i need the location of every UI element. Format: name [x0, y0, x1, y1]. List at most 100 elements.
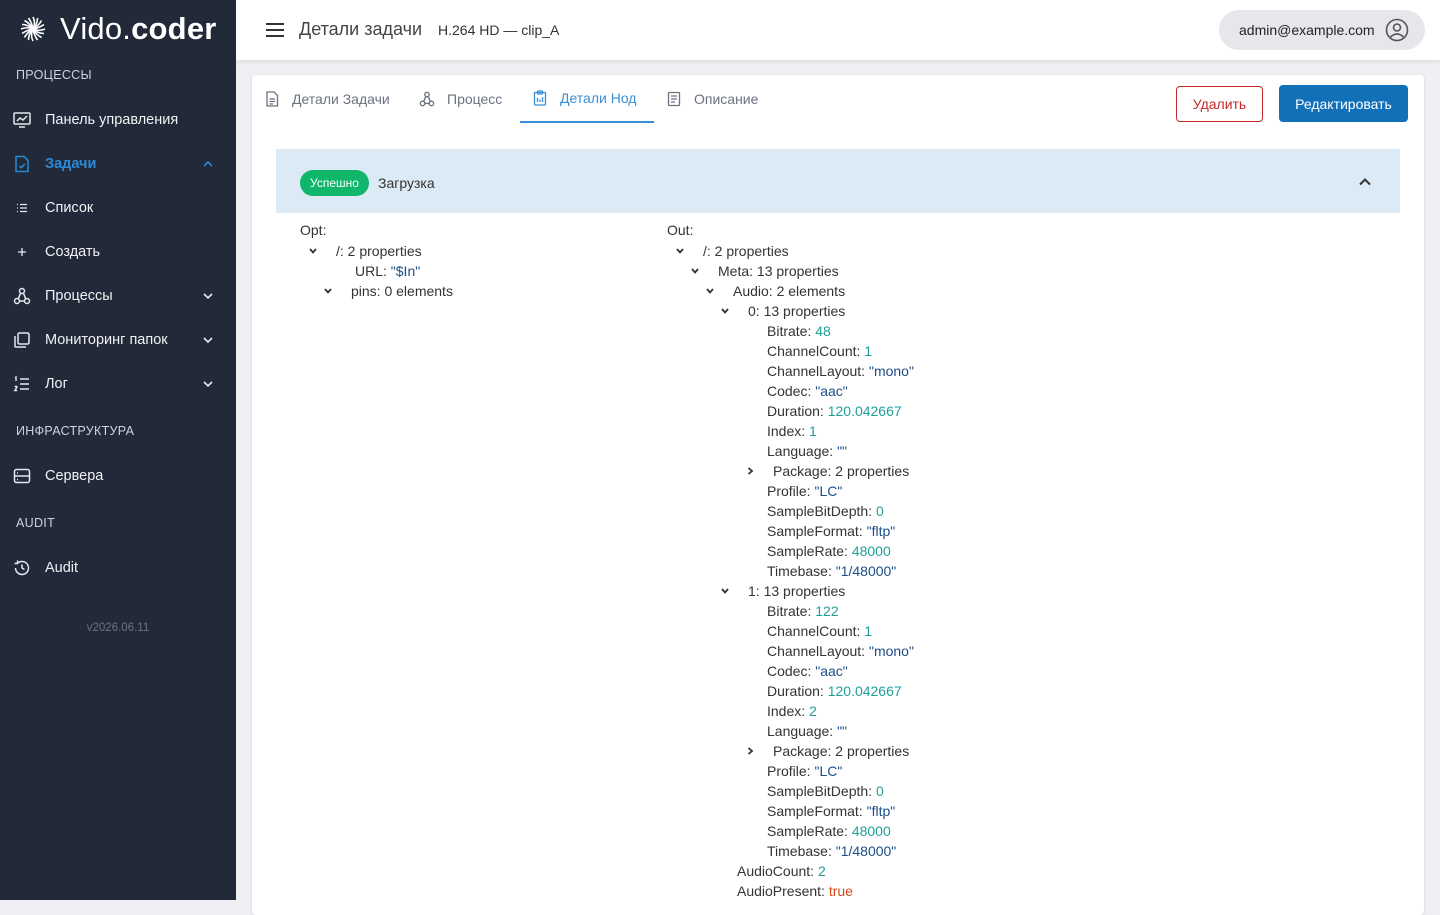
- tree-leaf: SampleFormat: "fltp": [767, 521, 895, 541]
- tab-label: Детали Нод: [560, 90, 637, 106]
- chevron-up-icon: [203, 160, 213, 167]
- sidebar-item-processes[interactable]: Процессы: [0, 276, 236, 316]
- sidebar-item-log[interactable]: Лог: [0, 364, 236, 404]
- caret-down-icon[interactable]: [323, 286, 333, 296]
- leaf-key: Index:: [767, 703, 806, 719]
- process-graph-icon: [13, 287, 31, 305]
- tab-label: Описание: [694, 91, 759, 107]
- sidebar-item-label: Audit: [45, 560, 79, 576]
- tree-node[interactable]: Audio: 2 elements: [705, 281, 845, 301]
- brand-logo[interactable]: Vido.coder: [18, 11, 217, 47]
- tree-leaf: ChannelLayout: "mono": [767, 641, 914, 661]
- leaf-key: ChannelCount:: [767, 343, 861, 359]
- sidebar-item-create[interactable]: Создать: [0, 232, 236, 272]
- caret-down-icon[interactable]: [690, 266, 700, 276]
- tab-label: Процесс: [447, 91, 503, 107]
- section-processes: ПРОЦЕССЫ: [16, 68, 92, 82]
- sidebar-item-label: Создать: [45, 244, 101, 260]
- sidebar-item-servers[interactable]: Сервера: [0, 456, 236, 496]
- sidebar-item-label: Список: [45, 200, 94, 216]
- process-graph-icon: [419, 91, 435, 107]
- hamburger-menu-icon[interactable]: [264, 20, 286, 40]
- leaf-key: Duration:: [767, 403, 824, 419]
- document-icon: [266, 91, 279, 107]
- leaf-value: "LC": [814, 483, 843, 499]
- caret-down-icon[interactable]: [705, 286, 715, 296]
- sidebar-item-label: Процессы: [45, 288, 113, 304]
- leaf-key: SampleBitDepth:: [767, 783, 873, 799]
- chevron-down-icon: [203, 293, 213, 300]
- leaf-key: ChannelCount:: [767, 623, 861, 639]
- tree-node[interactable]: pins: 0 elements: [323, 281, 453, 301]
- tab-description[interactable]: Описание: [666, 75, 758, 123]
- leaf-key: Codec:: [767, 663, 812, 679]
- node-label: /: 2 properties: [703, 243, 789, 259]
- tree-leaf: Duration: 120.042667: [767, 681, 902, 701]
- caret-down-icon[interactable]: [308, 246, 318, 256]
- notes-icon: [667, 91, 681, 107]
- task-file-icon: [15, 155, 29, 173]
- clipboard-icon: [533, 90, 547, 106]
- node-panel-header[interactable]: Успешно Загрузка: [276, 149, 1400, 213]
- leaf-key: AudioCount:: [737, 863, 815, 879]
- tree-leaf: Codec: "aac": [767, 661, 848, 681]
- tab-label: Детали Задачи: [292, 91, 390, 107]
- tree-leaf: Duration: 120.042667: [767, 401, 902, 421]
- tree-leaf: ChannelCount: 1: [767, 341, 872, 361]
- sidebar-item-tasks[interactable]: Задачи: [0, 144, 236, 184]
- leaf-value: "aac": [815, 383, 848, 399]
- tree-node[interactable]: /: 2 properties: [308, 241, 422, 261]
- out-header: Out:: [667, 222, 694, 238]
- tree-node[interactable]: /: 2 properties: [675, 241, 789, 261]
- leaf-value: 48000: [851, 823, 891, 839]
- node-label: /: 2 properties: [336, 243, 422, 259]
- monitor-chart-icon: [13, 112, 31, 128]
- caret-right-icon[interactable]: [745, 746, 755, 756]
- leaf-value: "1/48000": [835, 563, 897, 579]
- caret-down-icon[interactable]: [720, 586, 730, 596]
- leaf-key: Codec:: [767, 383, 812, 399]
- tree-leaf: SampleRate: 48000: [767, 821, 891, 841]
- caret-down-icon[interactable]: [675, 246, 685, 256]
- leaf-value: 122: [815, 603, 839, 619]
- leaf-key: Bitrate:: [767, 603, 812, 619]
- tree-node[interactable]: 1: 13 properties: [720, 581, 845, 601]
- tree-leaf: SampleBitDepth: 0: [767, 781, 884, 801]
- chevron-up-icon[interactable]: [1358, 175, 1372, 189]
- tree-leaf: Index: 2: [767, 701, 817, 721]
- tree-leaf: ChannelLayout: "mono": [767, 361, 914, 381]
- tree-node[interactable]: Meta: 13 properties: [690, 261, 839, 281]
- sidebar-item-label: Задачи: [45, 156, 97, 172]
- tab-task-details[interactable]: Детали Задачи: [264, 75, 390, 123]
- tree-leaf: SampleBitDepth: 0: [767, 501, 884, 521]
- leaf-key: Language:: [767, 723, 834, 739]
- tree-node[interactable]: 0: 13 properties: [720, 301, 845, 321]
- leaf-value: "mono": [868, 363, 914, 379]
- edit-button[interactable]: Редактировать: [1279, 85, 1408, 122]
- tree-node[interactable]: Package: 2 properties: [745, 461, 909, 481]
- leaf-value: true: [828, 883, 853, 899]
- sidebar-item-list[interactable]: Список: [0, 188, 236, 228]
- node-label: Audio: 2 elements: [733, 283, 846, 299]
- leaf-value: "aac": [815, 663, 848, 679]
- sidebar-item-dashboard[interactable]: Панель управления: [0, 100, 236, 140]
- tree-node[interactable]: Package: 2 properties: [745, 741, 909, 761]
- plus-icon: [18, 248, 26, 256]
- sidebar-item-audit[interactable]: Audit: [0, 548, 236, 588]
- leaf-value: "": [837, 443, 848, 459]
- delete-button[interactable]: Удалить: [1176, 86, 1263, 122]
- leaf-value: 120.042667: [827, 403, 902, 419]
- tab-process[interactable]: Процесс: [419, 75, 502, 123]
- tree-leaf: Bitrate: 122: [767, 601, 839, 621]
- tree-leaf: SampleRate: 48000: [767, 541, 891, 561]
- node-label: Meta: 13 properties: [718, 263, 839, 279]
- leaf-key: Timebase:: [767, 843, 832, 859]
- user-menu[interactable]: admin@example.com: [1219, 10, 1425, 50]
- sidebar-item-folder-monitoring[interactable]: Мониторинг папок: [0, 320, 236, 360]
- tab-node-details[interactable]: Детали Нод: [520, 75, 654, 123]
- app-version: v2026.06.11: [86, 622, 150, 634]
- caret-down-icon[interactable]: [720, 306, 730, 316]
- leaf-key: SampleFormat:: [767, 803, 863, 819]
- leaf-value: 48000: [851, 543, 891, 559]
- caret-right-icon[interactable]: [745, 466, 755, 476]
